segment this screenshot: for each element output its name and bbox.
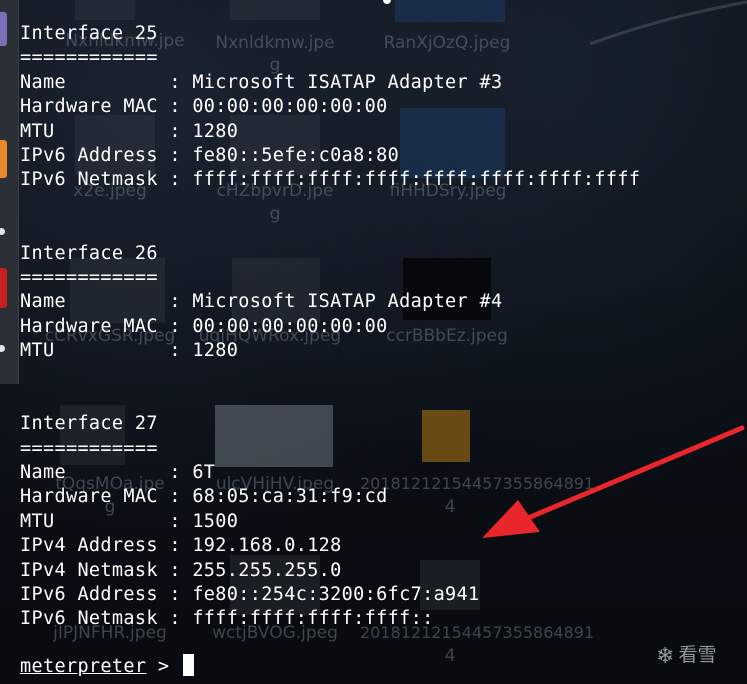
terminal-line: MTU : 1280: [20, 340, 239, 362]
terminal-prompt[interactable]: meterpreter >: [20, 654, 194, 679]
terminal-line: Interface 26: [20, 242, 158, 264]
terminal-line: ============: [20, 266, 158, 288]
terminal-line: IPv6 Address : fe80::254c:3200:6fc7:a941: [20, 583, 480, 605]
snowflake-icon: ❄: [656, 644, 675, 669]
terminal-line: IPv6 Netmask : ffff:ffff:ffff:ffff:ffff:…: [20, 169, 641, 191]
window-indicator: [383, 0, 391, 4]
terminal-line: Name : Microsoft ISATAP Adapter #4: [20, 291, 503, 313]
desktop-file-thumbnail[interactable]: [395, 0, 505, 22]
watermark-text: 看雪: [678, 644, 717, 666]
launcher-dock: [0, 0, 19, 384]
dock-app-icon[interactable]: [0, 12, 7, 46]
desktop-file-label: 4: [444, 646, 456, 666]
terminal-line: Hardware MAC : 00:00:00:00:00:00: [20, 315, 388, 337]
prompt-label: meterpreter: [20, 656, 147, 677]
terminal-line: MTU : 1280: [20, 120, 239, 142]
watermark: ❄ 看雪: [656, 640, 716, 669]
terminal-line: Name : Microsoft ISATAP Adapter #3: [20, 71, 503, 93]
terminal-line: Hardware MAC : 00:00:00:00:00:00: [20, 96, 388, 118]
desktop-screen: Nxnldkmw.jpe Nxnldkmw.jpe g RanXjOzQ.jpe…: [0, 0, 747, 684]
annotation-arrow: [482, 425, 745, 538]
desktop-file-thumbnail[interactable]: [230, 0, 320, 20]
terminal-line: IPv6 Netmask : ffff:ffff:ffff:ffff::: [20, 608, 434, 630]
terminal-line: Interface 25: [20, 23, 158, 44]
dock-app-icon[interactable]: [0, 268, 7, 308]
dock-running-indicator: [0, 345, 5, 352]
prompt-symbol: >: [146, 656, 181, 677]
desktop-file-thumbnail[interactable]: [75, 0, 135, 20]
terminal-line: ============: [20, 47, 158, 69]
terminal-line: IPv4 Netmask : 255.255.255.0: [20, 559, 342, 581]
dock-app-icon[interactable]: [0, 140, 7, 178]
terminal-line: IPv6 Address : fe80::5efe:c0a8:80: [20, 144, 400, 166]
text-cursor: [182, 654, 194, 676]
dock-running-indicator: [0, 228, 5, 235]
